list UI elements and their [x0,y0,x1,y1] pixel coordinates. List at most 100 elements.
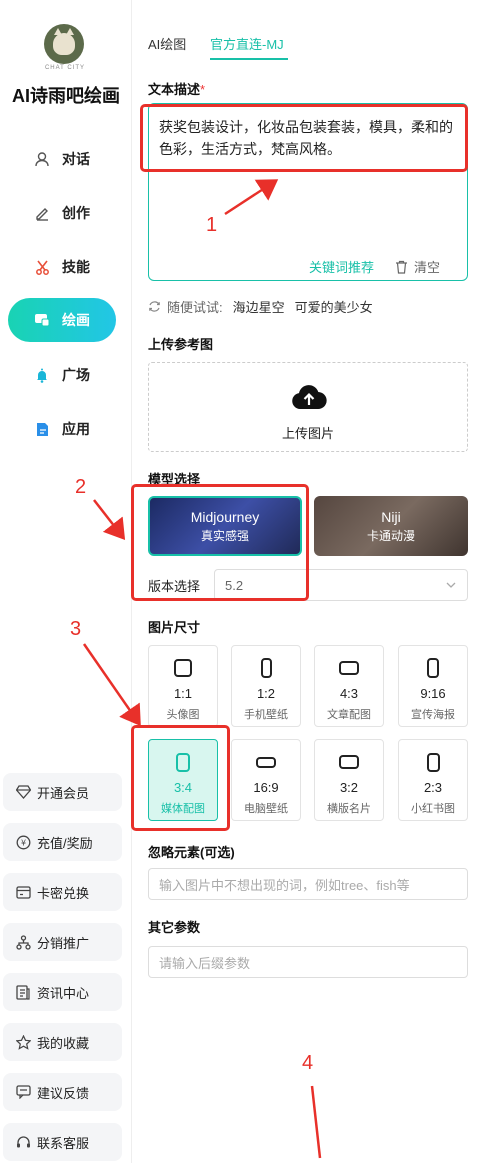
upload-label: 上传参考图 [148,337,214,352]
refresh-icon[interactable] [148,300,161,313]
cloud-upload-icon [292,385,327,410]
nav-item-skills[interactable]: 技能 [8,245,116,289]
user-icon [34,151,50,167]
sidebar: CHAT CITY AI诗雨吧绘画 对话 创作 技能 绘画 广场 应用 开通会员… [0,0,132,1163]
side-button-card-redeem[interactable]: 卡密兑换 [3,873,122,911]
side-button-label: 联系客服 [37,1135,90,1151]
side-button-feedback[interactable]: 建议反馈 [3,1073,122,1111]
size-usage: 横版名片 [327,803,371,815]
side-button-news[interactable]: 资讯中心 [3,973,122,1011]
side-button-distribution[interactable]: 分销推广 [3,923,122,961]
random-try-row: 随便试试: 海边星空 可爱的美少女 [148,297,383,316]
annotation-box-2 [131,484,309,601]
size-usage: 小红书图 [411,803,455,815]
ratio-shape-icon [260,658,272,678]
feedback-icon [15,1084,31,1100]
nav-item-paint[interactable]: 绘画 [8,298,116,342]
chevron-down-icon [446,582,456,588]
model-name: Niji [381,508,401,525]
paint-icon [34,312,50,328]
side-button-favorites[interactable]: 我的收藏 [3,1023,122,1061]
side-button-vip[interactable]: 开通会员 [3,773,122,811]
nav-label: 技能 [62,259,90,275]
size-ratio: 2:3 [423,780,443,795]
network-icon [15,934,31,950]
ratio-shape-icon [339,658,359,678]
prompt-label-text: 文本描述 [148,82,201,97]
size-ratio: 3:2 [339,780,359,795]
star-icon [15,1034,31,1050]
ratio-shape-icon [174,658,192,678]
clear-label: 清空 [414,260,441,275]
ratio-shape-icon [256,752,276,772]
ignore-label: 忽略元素(可选) [148,845,235,860]
logo [44,24,84,64]
size-ratio: 16:9 [253,780,279,795]
size-option-16-9[interactable]: 16:9 电脑壁纸 [231,739,301,821]
annotation-number-2: 2 [75,476,87,498]
tab-official-mj[interactable]: 官方直连-MJ [210,34,284,53]
coin-icon: ¥ [15,834,31,850]
annotation-number-1: 1 [206,214,218,236]
side-button-label: 我的收藏 [37,1035,90,1051]
active-tab-indicator [210,58,288,60]
logo-subtext: CHAT CITY [44,65,86,71]
random-chip[interactable]: 海边星空 [233,297,285,316]
nav-label: 应用 [62,421,90,437]
app-title: AI诗雨吧绘画 [12,86,120,106]
diamond-icon [15,784,31,800]
nav-item-chat[interactable]: 对话 [8,137,116,181]
size-option-4-3[interactable]: 4:3 文章配图 [314,645,384,727]
size-ratio: 1:2 [256,686,276,701]
card-icon [15,884,31,900]
random-label: 随便试试: [167,300,223,315]
side-button-label: 卡密兑换 [37,885,90,901]
nav-item-plaza[interactable]: 广场 [8,353,116,397]
size-ratio: 9:16 [420,686,446,701]
tab-ai-draw[interactable]: AI绘图 [148,34,186,53]
model-card-niji[interactable]: Niji 卡通动漫 [314,496,468,556]
ratio-shape-icon [426,752,440,772]
size-ratio: 1:1 [173,686,193,701]
annotation-box-3 [131,725,230,831]
nav-label: 绘画 [62,312,90,328]
size-usage: 电脑壁纸 [244,803,288,815]
nav-label: 对话 [62,151,90,167]
size-usage: 文章配图 [327,709,371,721]
news-icon [15,984,31,1000]
annotation-number-4: 4 [302,1052,314,1074]
side-button-label: 建议反馈 [37,1085,90,1101]
keyword-recommend-link[interactable]: 关键词推荐 [309,257,374,276]
clear-button[interactable]: 清空 [395,257,440,276]
size-option-1-1[interactable]: 1:1 头像图 [148,645,218,727]
size-option-9-16[interactable]: 9:16 宣传海报 [398,645,468,727]
size-ratio: 4:3 [339,686,359,701]
side-button-label: 资讯中心 [37,985,90,1001]
size-label: 图片尺寸 [148,620,201,635]
side-button-label: 充值/奖励 [37,835,93,851]
side-button-label: 分销推广 [37,935,90,951]
other-params-input[interactable]: 请输入后缀参数 [148,946,468,978]
scissors-icon [34,259,50,275]
app-icon [34,421,50,437]
side-button-recharge[interactable]: ¥ 充值/奖励 [3,823,122,861]
nav-label: 创作 [62,205,90,221]
size-option-3-2[interactable]: 3:2 横版名片 [314,739,384,821]
upload-dropzone[interactable]: 上传图片 [148,362,468,452]
other-params-label: 其它参数 [148,920,201,935]
size-usage: 头像图 [166,709,200,721]
annotation-box-1 [140,104,468,172]
random-chip[interactable]: 可爱的美少女 [295,297,373,316]
ignore-input[interactable]: 输入图片中不想出现的词，例如tree、fish等 [148,868,468,900]
nav-item-create[interactable]: 创作 [8,191,116,235]
svg-text:¥: ¥ [20,838,25,847]
cat-logo-icon [53,28,75,55]
size-option-1-2[interactable]: 1:2 手机壁纸 [231,645,301,727]
pen-icon [34,205,50,221]
size-option-2-3[interactable]: 2:3 小红书图 [398,739,468,821]
side-button-label: 开通会员 [37,785,90,801]
nav-item-apps[interactable]: 应用 [8,407,116,451]
side-button-support[interactable]: 联系客服 [3,1123,122,1161]
model-subtitle: 卡通动漫 [366,528,415,543]
size-usage: 手机壁纸 [244,709,288,721]
